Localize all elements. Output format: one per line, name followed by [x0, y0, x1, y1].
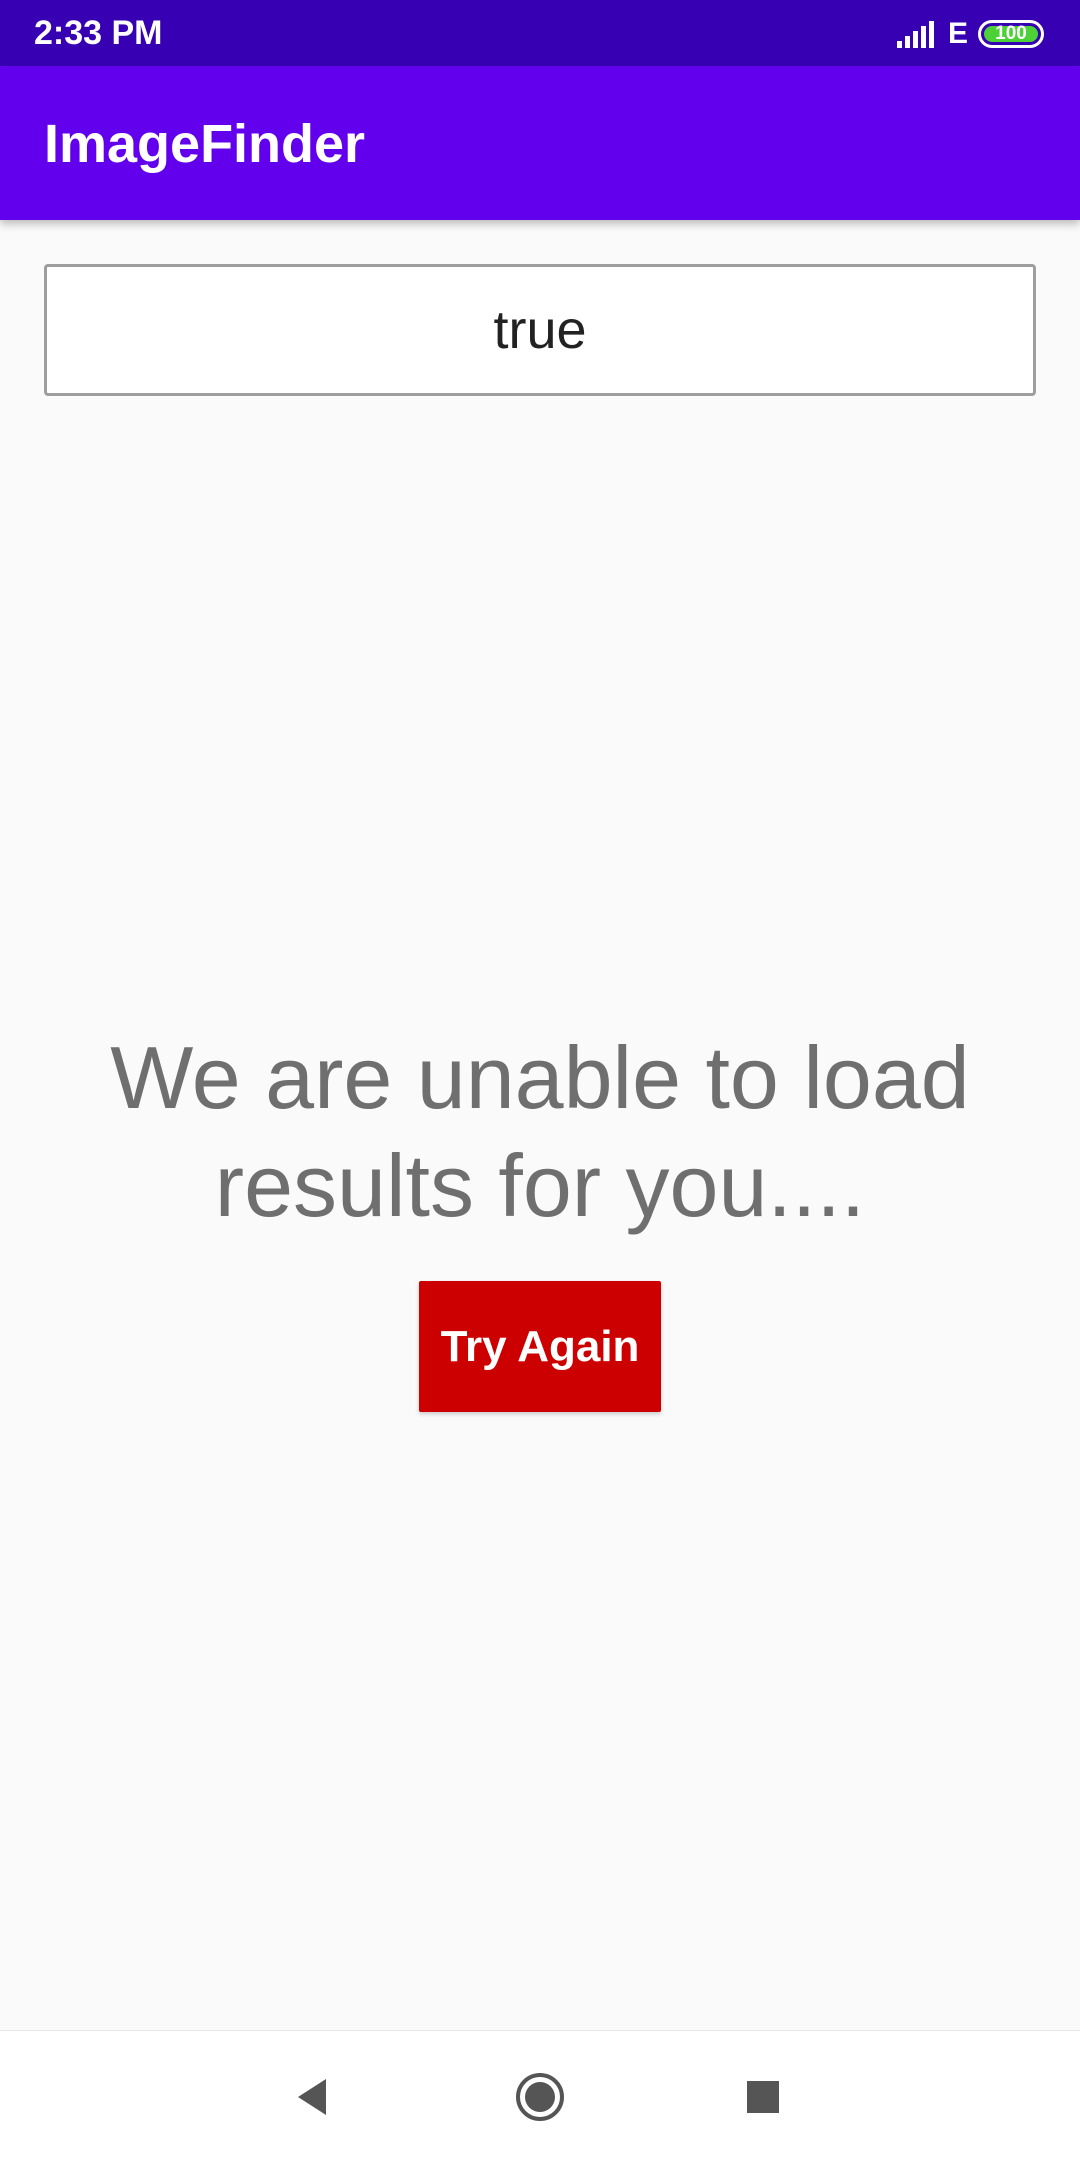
back-triangle-icon [298, 2079, 326, 2115]
signal-bars-icon [896, 21, 934, 48]
nav-recents-button[interactable] [733, 2067, 793, 2127]
status-bar: 2:33 PM E 100 [0, 0, 1080, 66]
home-circle-icon [516, 2073, 564, 2121]
battery-level-label: 100 [995, 23, 1027, 44]
status-icons: E 100 [896, 16, 1044, 52]
search-input[interactable] [47, 266, 1033, 394]
search-box[interactable] [44, 264, 1036, 396]
recents-square-icon [747, 2081, 779, 2113]
nav-back-button[interactable] [282, 2067, 342, 2127]
nav-home-button[interactable] [510, 2067, 570, 2127]
app-bar: ImageFinder [0, 66, 1080, 220]
battery-icon: 100 [978, 20, 1044, 48]
try-again-button[interactable]: Try Again [419, 1281, 661, 1412]
system-nav-bar [0, 2030, 1080, 2161]
network-type-label: E [947, 17, 968, 50]
status-time: 2:33 PM [34, 14, 163, 52]
app-title: ImageFinder [44, 114, 366, 174]
error-message: We are unable to load results for you...… [110, 1028, 970, 1235]
